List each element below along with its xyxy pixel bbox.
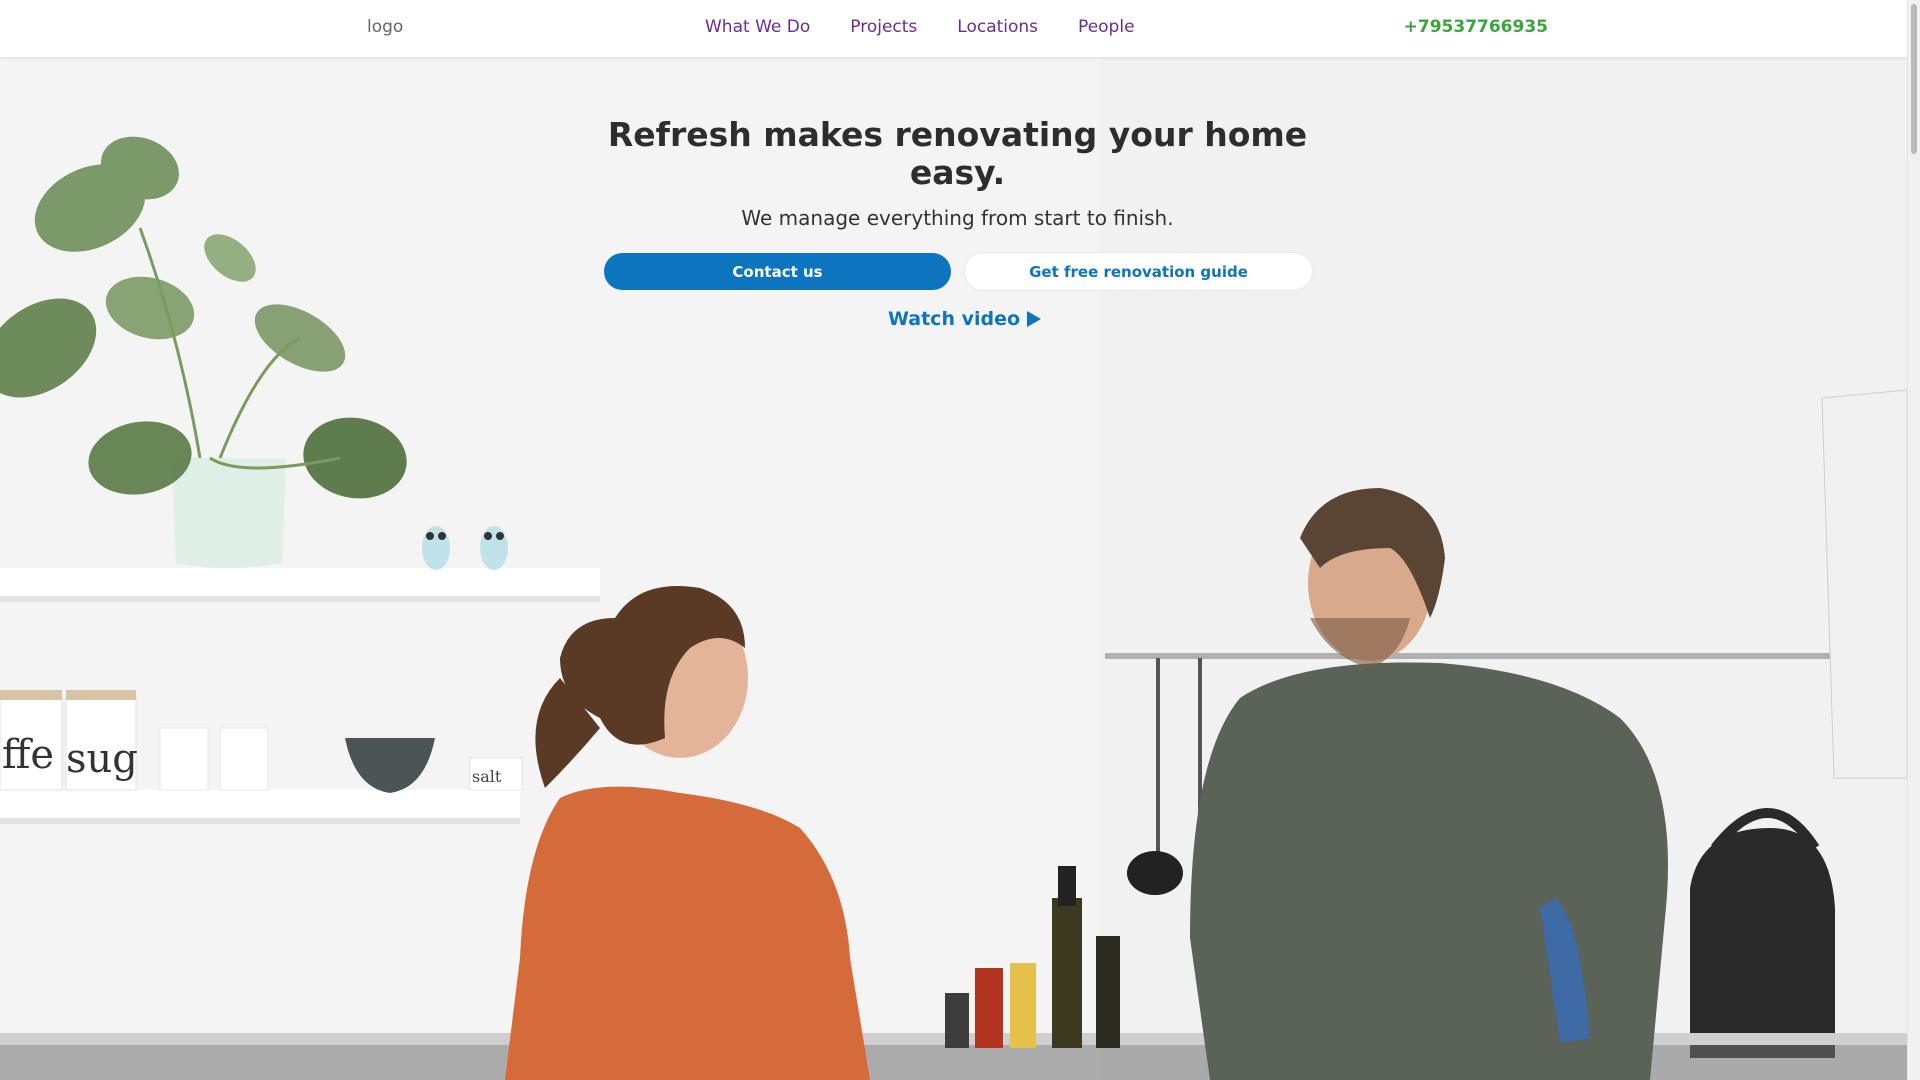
main-nav: What We Do Projects Locations People <box>705 17 1175 37</box>
hero-title: Refresh makes renovating your home easy. <box>607 115 1308 192</box>
renovation-guide-button[interactable]: Get free renovation guide <box>965 253 1312 290</box>
lower-shelf <box>0 790 520 818</box>
contact-us-button[interactable]: Contact us <box>604 253 951 290</box>
hero-buttons: Contact us Get free renovation guide <box>604 253 1312 290</box>
wall-rack <box>1821 389 1907 779</box>
jar-label-1: ffe <box>2 732 54 778</box>
nav-projects[interactable]: Projects <box>850 17 917 37</box>
watch-video-link[interactable]: Watch video <box>888 308 1042 330</box>
ladle <box>1127 851 1183 895</box>
phone-link[interactable]: +79537766935 <box>1404 17 1548 37</box>
plant-pot <box>172 458 286 568</box>
page-scrollbar[interactable] <box>1907 0 1920 1080</box>
logo[interactable]: logo <box>367 17 403 37</box>
nav-locations[interactable]: Locations <box>957 17 1038 37</box>
jar-label-3: salt <box>472 767 502 786</box>
play-icon <box>1027 311 1042 327</box>
utensil-rail <box>1105 653 1885 659</box>
watch-video-label: Watch video <box>888 308 1021 330</box>
kettle <box>1690 808 1835 1058</box>
site-header: logo What We Do Projects Locations Peopl… <box>0 0 1920 58</box>
scrollbar-thumb[interactable] <box>1911 4 1917 154</box>
hero-subtitle: We manage everything from start to finis… <box>741 206 1174 230</box>
nav-people[interactable]: People <box>1078 17 1134 37</box>
jar-label-2: sug <box>66 736 138 782</box>
hero-content: Refresh makes renovating your home easy.… <box>0 58 1915 330</box>
upper-shelf <box>0 568 600 596</box>
nav-what-we-do[interactable]: What We Do <box>705 17 810 37</box>
